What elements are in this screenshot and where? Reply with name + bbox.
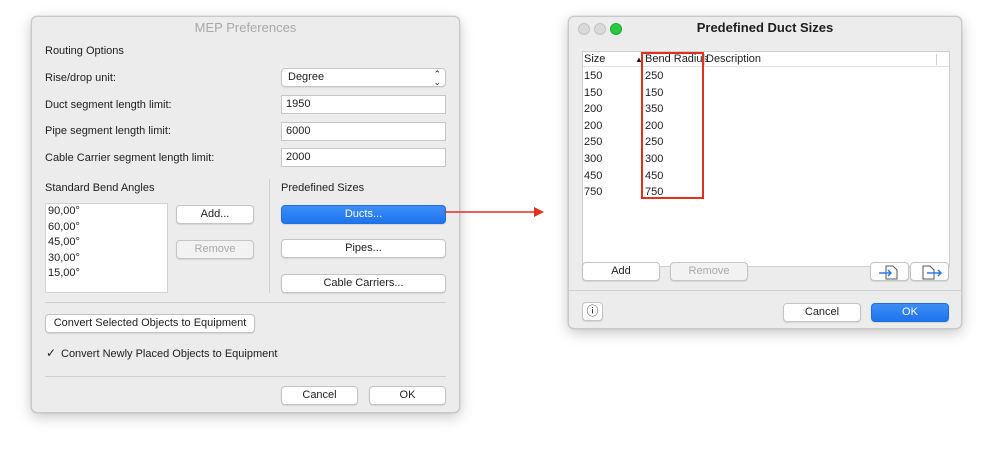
highlight-box	[641, 52, 704, 199]
list-item[interactable]: 90,00°	[46, 204, 167, 220]
section-divider	[269, 179, 270, 293]
duct-limit-field[interactable]: 1950	[281, 95, 446, 114]
table-row[interactable]: 450 450	[583, 168, 949, 185]
export-icon	[922, 265, 942, 280]
mep-preferences-window: MEP Preferences Routing Options Rise/dro…	[31, 16, 460, 413]
remove-size-button[interactable]: Remove	[670, 262, 748, 281]
list-item[interactable]: 15,00°	[46, 266, 167, 282]
ok-button[interactable]: OK	[871, 303, 949, 322]
window-title: Predefined Duct Sizes	[696, 20, 834, 35]
rise-drop-select[interactable]: Degree ⌃ ⌄	[281, 68, 446, 87]
list-item[interactable]: 30,00°	[46, 251, 167, 267]
cell-size: 450	[584, 169, 603, 182]
table-header: Size ▲ Bend Radius Description	[583, 52, 949, 67]
cell-size: 150	[584, 86, 603, 99]
info-icon: ⓘ	[586, 304, 599, 318]
table-row[interactable]: 750 750	[583, 184, 949, 201]
cell-size: 300	[584, 153, 603, 165]
table-row[interactable]: 200 200	[583, 118, 949, 135]
rise-drop-label: Rise/drop unit:	[45, 72, 116, 84]
cable-carriers-button[interactable]: Cable Carriers...	[281, 274, 446, 293]
checkmark-icon[interactable]: ✓	[46, 347, 58, 359]
pipes-button[interactable]: Pipes...	[281, 239, 446, 258]
predefined-sizes-heading: Predefined Sizes	[281, 182, 365, 194]
table-row[interactable]: 200 350	[583, 101, 949, 118]
column-separator	[704, 54, 705, 65]
pipe-limit-label: Pipe segment length limit:	[45, 125, 171, 137]
pipe-limit-field[interactable]: 6000	[281, 122, 446, 141]
bend-angles-heading: Standard Bend Angles	[45, 182, 155, 194]
column-header-description[interactable]: Description	[706, 52, 761, 67]
table-row[interactable]: 250 250	[583, 134, 949, 151]
duct-sizes-table[interactable]: Size ▲ Bend Radius Description 150 250 150…	[582, 51, 950, 267]
list-item[interactable]: 45,00°	[46, 235, 167, 251]
remove-angle-button[interactable]: Remove	[176, 240, 254, 259]
import-button[interactable]	[870, 262, 909, 281]
table-row[interactable]: 150 250	[583, 68, 949, 85]
cell-size: 150	[584, 70, 603, 82]
arrow-icon	[444, 207, 544, 217]
info-button[interactable]: ⓘ	[582, 302, 603, 321]
ducts-button[interactable]: Ducts...	[281, 205, 446, 224]
export-button[interactable]	[910, 262, 949, 281]
chevron-up-down-icon: ⌃ ⌄	[433, 69, 441, 87]
table-row[interactable]: 300 300	[583, 151, 949, 168]
convert-new-label[interactable]: Convert Newly Placed Objects to Equipmen…	[61, 348, 277, 360]
rise-drop-value: Degree	[288, 71, 325, 83]
cell-size: 200	[584, 119, 603, 132]
divider	[45, 302, 446, 303]
list-item[interactable]: 60,00°	[46, 220, 167, 236]
window-title: MEP Preferences	[194, 20, 297, 35]
table-row[interactable]: 150 150	[583, 85, 949, 102]
add-angle-button[interactable]: Add...	[176, 205, 254, 224]
cancel-button[interactable]: Cancel	[281, 386, 358, 405]
routing-options-heading: Routing Options	[45, 45, 124, 57]
column-header-size[interactable]: Size	[584, 52, 605, 67]
cancel-button[interactable]: Cancel	[783, 303, 861, 322]
cell-size: 750	[584, 186, 603, 199]
duct-limit-label: Duct segment length limit:	[45, 99, 172, 111]
column-separator	[936, 54, 937, 65]
cell-size: 200	[584, 103, 603, 116]
ok-button[interactable]: OK	[369, 386, 446, 405]
bend-angles-list[interactable]: 90,00° 60,00° 45,00° 30,00° 15,00°	[45, 203, 168, 293]
divider	[45, 376, 446, 377]
add-size-button[interactable]: Add	[582, 262, 660, 281]
import-icon	[879, 265, 898, 280]
divider	[569, 290, 961, 291]
convert-selected-button[interactable]: Convert Selected Objects to Equipment	[45, 314, 255, 333]
predefined-duct-sizes-window: Predefined Duct Sizes Size ▲ Bend Radius…	[568, 16, 962, 329]
cell-size: 250	[584, 136, 603, 149]
cable-limit-field[interactable]: 2000	[281, 148, 446, 167]
cable-limit-label: Cable Carrier segment length limit:	[45, 152, 215, 164]
